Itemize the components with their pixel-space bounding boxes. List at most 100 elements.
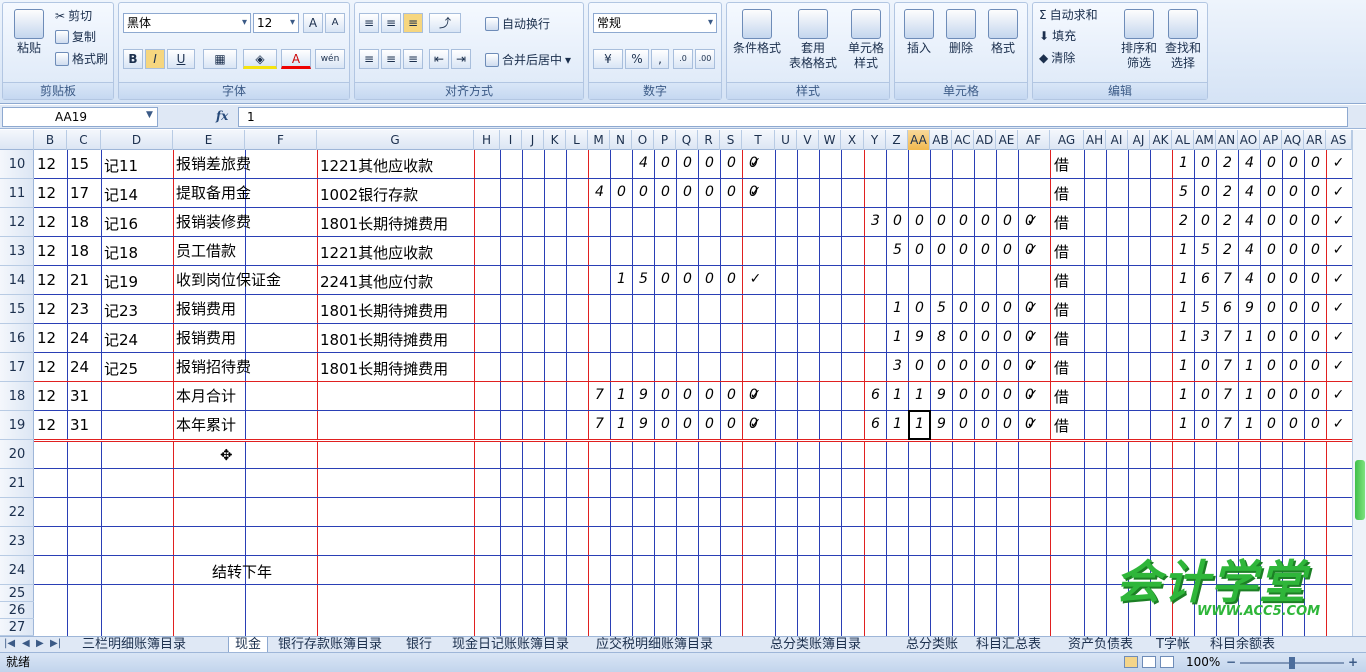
- sort-filter-button[interactable]: 排序和 筛选: [1119, 9, 1159, 71]
- row-header-27[interactable]: 27: [0, 619, 34, 636]
- grow-font-button[interactable]: A: [303, 13, 323, 33]
- column-header-ab[interactable]: AB: [930, 130, 952, 150]
- sheet-tab[interactable]: 现金日记账账簿目录: [446, 637, 575, 652]
- find-select-button[interactable]: 查找和 选择: [1161, 9, 1205, 71]
- page-layout-icon[interactable]: [1142, 656, 1156, 668]
- active-cell[interactable]: [908, 410, 931, 440]
- row-header-11[interactable]: 11: [0, 179, 34, 208]
- align-top-button[interactable]: ≡: [359, 13, 379, 33]
- vertical-scrollbar[interactable]: [1352, 130, 1366, 636]
- column-header-ai[interactable]: AI: [1106, 130, 1128, 150]
- column-header-s[interactable]: S: [720, 130, 742, 150]
- column-header-b[interactable]: B: [34, 130, 67, 150]
- sheet-tab[interactable]: 科目汇总表: [970, 637, 1047, 652]
- column-header-ar[interactable]: AR: [1304, 130, 1326, 150]
- column-header-as[interactable]: AS: [1326, 130, 1352, 150]
- row-header-15[interactable]: 15: [0, 295, 34, 324]
- column-header-n[interactable]: N: [610, 130, 632, 150]
- column-header-p[interactable]: P: [654, 130, 676, 150]
- sheet-tab[interactable]: 现金: [228, 637, 269, 652]
- column-header-aj[interactable]: AJ: [1128, 130, 1150, 150]
- name-box[interactable]: AA19: [2, 107, 158, 127]
- row-header-18[interactable]: 18: [0, 382, 34, 411]
- align-center-button[interactable]: ≡: [381, 49, 401, 69]
- normal-view-icon[interactable]: [1124, 656, 1138, 668]
- underline-button[interactable]: U: [167, 49, 195, 69]
- comma-button[interactable]: ,: [651, 49, 669, 69]
- zoom-level[interactable]: 100%: [1186, 653, 1220, 672]
- column-header-v[interactable]: V: [797, 130, 819, 150]
- fill-color-button[interactable]: ◈: [243, 49, 277, 69]
- column-header-t[interactable]: T: [742, 130, 775, 150]
- sheet-tab[interactable]: 三栏明细账簿目录: [76, 637, 192, 652]
- format-painter-button[interactable]: 格式刷: [55, 50, 108, 67]
- sheet-tab[interactable]: 总分类账簿目录: [764, 637, 867, 652]
- column-header-an[interactable]: AN: [1216, 130, 1238, 150]
- zoom-in-icon[interactable]: +: [1348, 653, 1358, 672]
- number-format-select[interactable]: 常规: [593, 13, 717, 33]
- align-left-button[interactable]: ≡: [359, 49, 379, 69]
- row-header-19[interactable]: 19: [0, 411, 34, 440]
- column-header-ap[interactable]: AP: [1260, 130, 1282, 150]
- row-header-26[interactable]: 26: [0, 602, 34, 619]
- shrink-font-button[interactable]: A: [325, 13, 345, 33]
- select-all-corner[interactable]: [0, 130, 34, 150]
- column-header-i[interactable]: I: [500, 130, 522, 150]
- column-header-h[interactable]: H: [474, 130, 500, 150]
- cell-styles-button[interactable]: 单元格 样式: [843, 9, 889, 71]
- row-header-12[interactable]: 12: [0, 208, 34, 237]
- column-header-r[interactable]: R: [698, 130, 720, 150]
- column-header-ah[interactable]: AH: [1084, 130, 1106, 150]
- sheet-tab[interactable]: 应交税明细账簿目录: [590, 637, 719, 652]
- fill-button[interactable]: ⬇ 填充: [1039, 27, 1076, 44]
- column-header-ae[interactable]: AE: [996, 130, 1018, 150]
- cut-button[interactable]: ✂ 剪切: [55, 7, 92, 24]
- zoom-slider-thumb[interactable]: [1289, 657, 1295, 669]
- column-header-c[interactable]: C: [67, 130, 101, 150]
- row-header-23[interactable]: 23: [0, 527, 34, 556]
- column-header-w[interactable]: W: [819, 130, 841, 150]
- column-header-ad[interactable]: AD: [974, 130, 996, 150]
- column-header-x[interactable]: X: [841, 130, 864, 150]
- paste-button[interactable]: 粘贴: [9, 9, 49, 56]
- decrease-decimal-button[interactable]: .00: [695, 49, 715, 69]
- next-sheet-icon[interactable]: ▶: [36, 638, 44, 649]
- align-bottom-button[interactable]: ≡: [403, 13, 423, 33]
- italic-button[interactable]: I: [145, 49, 165, 69]
- increase-indent-button[interactable]: ⇥: [451, 49, 471, 69]
- column-header-aa[interactable]: AA: [908, 130, 930, 150]
- column-header-af[interactable]: AF: [1018, 130, 1050, 150]
- delete-button[interactable]: 删除: [941, 9, 981, 56]
- border-button[interactable]: ▦: [203, 49, 237, 69]
- column-header-y[interactable]: Y: [864, 130, 886, 150]
- row-header-25[interactable]: 25: [0, 585, 34, 602]
- column-header-ak[interactable]: AK: [1150, 130, 1172, 150]
- sheet-tab[interactable]: 总分类账: [900, 637, 964, 652]
- prev-sheet-icon[interactable]: ◀: [22, 638, 30, 649]
- row-header-10[interactable]: 10: [0, 150, 34, 179]
- column-header-e[interactable]: E: [173, 130, 245, 150]
- row-header-24[interactable]: 24: [0, 556, 34, 585]
- clear-button[interactable]: ◆ 清除: [1039, 49, 1075, 66]
- column-header-f[interactable]: F: [245, 130, 317, 150]
- phonetic-button[interactable]: wén: [315, 49, 345, 69]
- column-header-am[interactable]: AM: [1194, 130, 1216, 150]
- increase-decimal-button[interactable]: .0: [673, 49, 693, 69]
- column-header-u[interactable]: U: [775, 130, 797, 150]
- percent-button[interactable]: %: [625, 49, 649, 69]
- row-header-20[interactable]: 20: [0, 440, 34, 469]
- row-header-17[interactable]: 17: [0, 353, 34, 382]
- column-header-k[interactable]: K: [544, 130, 566, 150]
- merge-center-button[interactable]: 合并后居中 ▾: [485, 51, 571, 68]
- font-name-select[interactable]: 黑体: [123, 13, 251, 33]
- column-header-z[interactable]: Z: [886, 130, 908, 150]
- column-header-d[interactable]: D: [101, 130, 173, 150]
- column-header-aq[interactable]: AQ: [1282, 130, 1304, 150]
- function-icon[interactable]: fx: [216, 109, 228, 123]
- zoom-out-icon[interactable]: −: [1226, 653, 1236, 672]
- align-middle-button[interactable]: ≡: [381, 13, 401, 33]
- decrease-indent-button[interactable]: ⇤: [429, 49, 449, 69]
- bold-button[interactable]: B: [123, 49, 143, 69]
- column-header-j[interactable]: J: [522, 130, 544, 150]
- row-header-13[interactable]: 13: [0, 237, 34, 266]
